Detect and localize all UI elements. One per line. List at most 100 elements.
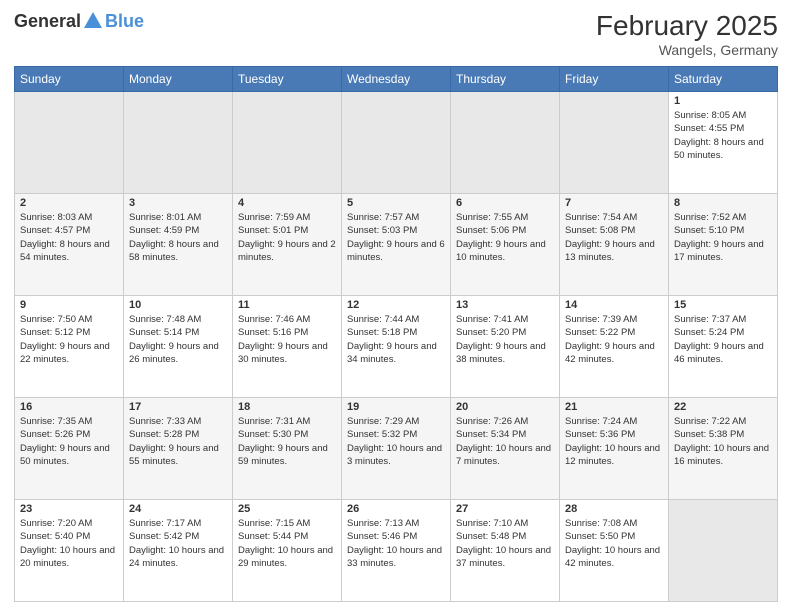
day-info: Sunrise: 7:29 AMSunset: 5:32 PMDaylight:… <box>347 415 445 468</box>
day-number: 27 <box>456 503 554 515</box>
day-number: 4 <box>238 197 336 209</box>
day-number: 22 <box>674 401 772 413</box>
day-info: Sunrise: 7:20 AMSunset: 5:40 PMDaylight:… <box>20 517 118 570</box>
day-info: Sunrise: 7:15 AMSunset: 5:44 PMDaylight:… <box>238 517 336 570</box>
day-info: Sunrise: 8:03 AMSunset: 4:57 PMDaylight:… <box>20 211 118 264</box>
day-info: Sunrise: 7:13 AMSunset: 5:46 PMDaylight:… <box>347 517 445 570</box>
day-number: 10 <box>129 299 227 311</box>
day-cell: 22 Sunrise: 7:22 AMSunset: 5:38 PMDayligh… <box>669 398 778 500</box>
day-info: Sunrise: 7:55 AMSunset: 5:06 PMDaylight:… <box>456 211 554 264</box>
col-thursday: Thursday <box>451 67 560 92</box>
day-cell <box>342 92 451 194</box>
day-cell <box>560 92 669 194</box>
title-section: February 2025 Wangels, Germany <box>596 10 778 58</box>
day-info: Sunrise: 7:48 AMSunset: 5:14 PMDaylight:… <box>129 313 227 366</box>
day-info: Sunrise: 7:59 AMSunset: 5:01 PMDaylight:… <box>238 211 336 264</box>
day-number: 25 <box>238 503 336 515</box>
header: General Blue February 2025 Wangels, Germ… <box>14 10 778 58</box>
day-number: 23 <box>20 503 118 515</box>
logo-icon <box>82 10 104 32</box>
day-info: Sunrise: 7:10 AMSunset: 5:48 PMDaylight:… <box>456 517 554 570</box>
day-cell: 8 Sunrise: 7:52 AMSunset: 5:10 PMDaylight… <box>669 194 778 296</box>
day-cell: 7 Sunrise: 7:54 AMSunset: 5:08 PMDaylight… <box>560 194 669 296</box>
day-cell: 26 Sunrise: 7:13 AMSunset: 5:46 PMDayligh… <box>342 500 451 602</box>
location: Wangels, Germany <box>596 42 778 58</box>
day-cell: 11Sunrise: 7:46 AMSunset: 5:16 PMDayligh… <box>233 296 342 398</box>
day-cell: 13 Sunrise: 7:41 AMSunset: 5:20 PMDayligh… <box>451 296 560 398</box>
day-cell: 2 Sunrise: 8:03 AMSunset: 4:57 PMDaylight… <box>15 194 124 296</box>
week-row-2: 2 Sunrise: 8:03 AMSunset: 4:57 PMDaylight… <box>15 194 778 296</box>
day-cell: 6 Sunrise: 7:55 AMSunset: 5:06 PMDaylight… <box>451 194 560 296</box>
logo-blue: Blue <box>105 11 144 32</box>
day-cell <box>15 92 124 194</box>
week-row-1: 1 Sunrise: 8:05 AMSunset: 4:55 PMDaylight… <box>15 92 778 194</box>
day-info: Sunrise: 7:33 AMSunset: 5:28 PMDaylight:… <box>129 415 227 468</box>
day-cell: 3Sunrise: 8:01 AMSunset: 4:59 PMDaylight… <box>124 194 233 296</box>
day-number: 13 <box>456 299 554 311</box>
day-cell <box>451 92 560 194</box>
day-cell: 14 Sunrise: 7:39 AMSunset: 5:22 PMDayligh… <box>560 296 669 398</box>
day-info: Sunrise: 7:22 AMSunset: 5:38 PMDaylight:… <box>674 415 772 468</box>
month-title: February 2025 <box>596 10 778 42</box>
col-wednesday: Wednesday <box>342 67 451 92</box>
day-number: 17 <box>129 401 227 413</box>
day-number: 8 <box>674 197 772 209</box>
col-saturday: Saturday <box>669 67 778 92</box>
day-cell: 5Sunrise: 7:57 AMSunset: 5:03 PMDaylight… <box>342 194 451 296</box>
day-info: Sunrise: 7:54 AMSunset: 5:08 PMDaylight:… <box>565 211 663 264</box>
day-cell: 20Sunrise: 7:26 AMSunset: 5:34 PMDayligh… <box>451 398 560 500</box>
day-number: 21 <box>565 401 663 413</box>
day-cell: 1 Sunrise: 8:05 AMSunset: 4:55 PMDaylight… <box>669 92 778 194</box>
col-tuesday: Tuesday <box>233 67 342 92</box>
calendar-container: General Blue February 2025 Wangels, Germ… <box>0 0 792 612</box>
day-cell: 16 Sunrise: 7:35 AMSunset: 5:26 PMDayligh… <box>15 398 124 500</box>
day-info: Sunrise: 7:44 AMSunset: 5:18 PMDaylight:… <box>347 313 445 366</box>
header-row: Sunday Monday Tuesday Wednesday Thursday… <box>15 67 778 92</box>
day-number: 2 <box>20 197 118 209</box>
day-info: Sunrise: 7:57 AMSunset: 5:03 PMDaylight:… <box>347 211 445 264</box>
day-info: Sunrise: 7:37 AMSunset: 5:24 PMDaylight:… <box>674 313 772 366</box>
day-number: 14 <box>565 299 663 311</box>
day-info: Sunrise: 7:35 AMSunset: 5:26 PMDaylight:… <box>20 415 118 468</box>
week-row-4: 16 Sunrise: 7:35 AMSunset: 5:26 PMDayligh… <box>15 398 778 500</box>
day-number: 1 <box>674 95 772 107</box>
day-cell: 9 Sunrise: 7:50 AMSunset: 5:12 PMDaylight… <box>15 296 124 398</box>
day-info: Sunrise: 7:41 AMSunset: 5:20 PMDaylight:… <box>456 313 554 366</box>
week-row-5: 23 Sunrise: 7:20 AMSunset: 5:40 PMDayligh… <box>15 500 778 602</box>
day-number: 28 <box>565 503 663 515</box>
day-info: Sunrise: 7:31 AMSunset: 5:30 PMDaylight:… <box>238 415 336 468</box>
day-info: Sunrise: 7:39 AMSunset: 5:22 PMDaylight:… <box>565 313 663 366</box>
day-number: 26 <box>347 503 445 515</box>
day-cell <box>233 92 342 194</box>
day-number: 12 <box>347 299 445 311</box>
col-monday: Monday <box>124 67 233 92</box>
day-info: Sunrise: 7:08 AMSunset: 5:50 PMDaylight:… <box>565 517 663 570</box>
day-cell: 28 Sunrise: 7:08 AMSunset: 5:50 PMDayligh… <box>560 500 669 602</box>
day-number: 16 <box>20 401 118 413</box>
logo-general: General <box>14 11 81 32</box>
day-cell <box>124 92 233 194</box>
day-number: 18 <box>238 401 336 413</box>
day-number: 7 <box>565 197 663 209</box>
col-friday: Friday <box>560 67 669 92</box>
day-cell: 19 Sunrise: 7:29 AMSunset: 5:32 PMDayligh… <box>342 398 451 500</box>
day-number: 3 <box>129 197 227 209</box>
calendar-table: Sunday Monday Tuesday Wednesday Thursday… <box>14 66 778 602</box>
day-cell: 12 Sunrise: 7:44 AMSunset: 5:18 PMDayligh… <box>342 296 451 398</box>
day-cell: 18 Sunrise: 7:31 AMSunset: 5:30 PMDayligh… <box>233 398 342 500</box>
day-cell: 23 Sunrise: 7:20 AMSunset: 5:40 PMDayligh… <box>15 500 124 602</box>
day-number: 19 <box>347 401 445 413</box>
day-cell: 21 Sunrise: 7:24 AMSunset: 5:36 PMDayligh… <box>560 398 669 500</box>
day-cell: 25 Sunrise: 7:15 AMSunset: 5:44 PMDayligh… <box>233 500 342 602</box>
day-cell: 15Sunrise: 7:37 AMSunset: 5:24 PMDayligh… <box>669 296 778 398</box>
day-info: Sunrise: 7:26 AMSunset: 5:34 PMDaylight:… <box>456 415 554 468</box>
day-info: Sunrise: 7:24 AMSunset: 5:36 PMDaylight:… <box>565 415 663 468</box>
day-number: 6 <box>456 197 554 209</box>
col-sunday: Sunday <box>15 67 124 92</box>
day-info: Sunrise: 7:52 AMSunset: 5:10 PMDaylight:… <box>674 211 772 264</box>
day-cell: 27 Sunrise: 7:10 AMSunset: 5:48 PMDayligh… <box>451 500 560 602</box>
day-number: 9 <box>20 299 118 311</box>
day-cell: 10 Sunrise: 7:48 AMSunset: 5:14 PMDayligh… <box>124 296 233 398</box>
day-info: Sunrise: 8:05 AMSunset: 4:55 PMDaylight:… <box>674 109 772 162</box>
day-info: Sunrise: 7:50 AMSunset: 5:12 PMDaylight:… <box>20 313 118 366</box>
